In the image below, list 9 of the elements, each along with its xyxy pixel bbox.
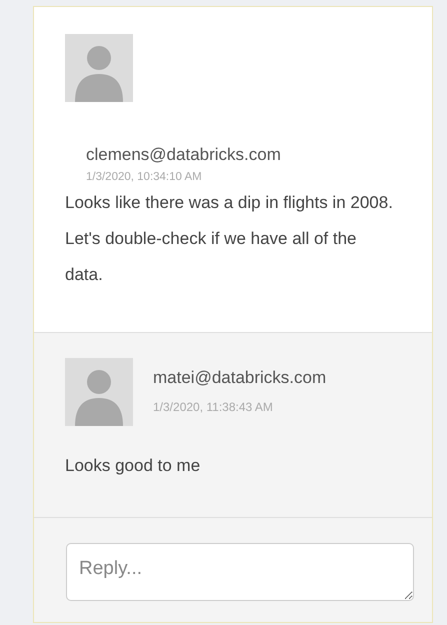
comment-time: 1/3/2020, 10:34:10 AM <box>86 171 203 183</box>
reply-field[interactable]: Reply... <box>66 543 414 601</box>
reply-author: matei@databricks.com <box>153 368 326 388</box>
reply-text: Looks good to me <box>65 456 202 476</box>
comment-text: Looks like there was a dip in flights in 2008. Let's double-check if we have all of the data. <box>65 192 394 286</box>
avatar-icon <box>65 358 133 426</box>
comment-author: clemens@databricks.com <box>86 145 282 165</box>
avatar-icon <box>65 34 133 102</box>
reply-time: 1/3/2020, 11:38:43 AM <box>153 400 274 414</box>
